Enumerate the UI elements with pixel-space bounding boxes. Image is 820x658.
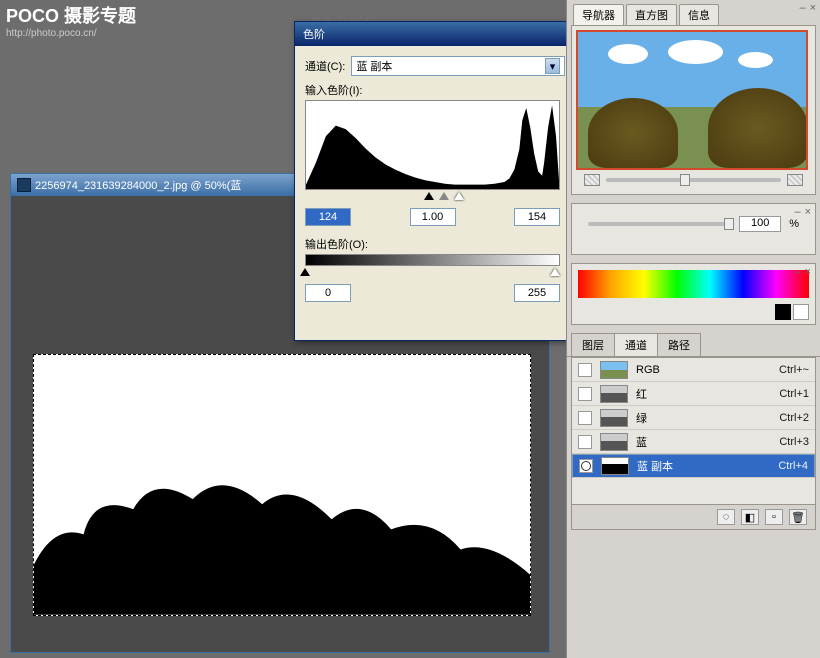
swatches-panel: –× xyxy=(571,263,816,325)
histogram[interactable] xyxy=(305,100,560,190)
close-panel-icon[interactable]: × xyxy=(805,206,811,218)
input-sliders[interactable] xyxy=(305,194,560,204)
output-sliders[interactable] xyxy=(305,270,560,280)
channel-select[interactable]: 蓝 副本 ▾ xyxy=(351,56,565,76)
channels-footer: ◌ ◧ ▫ 🗑 xyxy=(571,505,816,530)
tab-channels[interactable]: 通道 xyxy=(614,333,658,356)
input-black-field[interactable]: 124 xyxy=(305,208,351,226)
channel-name: RGB xyxy=(636,364,771,376)
channel-shortcut: Ctrl+4 xyxy=(778,460,808,472)
channel-name: 红 xyxy=(636,386,771,402)
channel-shortcut: Ctrl+1 xyxy=(779,388,809,400)
logo-line2: http://photo.poco.cn/ xyxy=(6,28,136,39)
visibility-toggle[interactable] xyxy=(579,459,593,473)
visibility-toggle[interactable] xyxy=(578,411,592,425)
visibility-toggle[interactable] xyxy=(578,387,592,401)
zoom-in-icon[interactable] xyxy=(787,174,803,186)
close-panel-icon[interactable]: × xyxy=(810,2,816,14)
black-point-slider[interactable] xyxy=(424,192,434,200)
minimize-icon[interactable]: – xyxy=(799,2,805,14)
opacity-slider[interactable] xyxy=(588,222,731,226)
channel-thumbnail xyxy=(600,385,628,403)
opacity-suffix: % xyxy=(789,218,799,230)
white-point-slider[interactable] xyxy=(454,192,464,200)
navigator-tabs: 导航器 直方图 信息 –× xyxy=(567,5,820,25)
output-levels-label: 输出色阶(O): xyxy=(305,236,565,252)
input-white-field[interactable]: 154 xyxy=(514,208,560,226)
minimize-icon[interactable]: – xyxy=(794,266,800,278)
navigator-panel xyxy=(571,25,816,195)
levels-title: 色阶 xyxy=(303,26,325,42)
navigator-thumbnail[interactable] xyxy=(576,30,808,170)
close-panel-icon[interactable]: × xyxy=(805,266,811,278)
channel-row[interactable]: 蓝 副本 Ctrl+4 xyxy=(572,454,815,478)
minimize-icon[interactable]: – xyxy=(794,206,800,218)
output-black-field[interactable]: 0 xyxy=(305,284,351,302)
channels-panel-group: 图层 通道 路径 RGBCtrl+~红Ctrl+1绿Ctrl+2蓝Ctrl+3蓝… xyxy=(567,333,820,530)
chevron-down-icon[interactable]: ▾ xyxy=(545,58,560,74)
swatch-black[interactable] xyxy=(775,304,791,320)
tab-info[interactable]: 信息 xyxy=(679,4,719,25)
poco-logo: POCO 摄影专题 http://photo.poco.cn/ xyxy=(6,2,136,39)
tab-histogram[interactable]: 直方图 xyxy=(626,4,677,25)
save-selection-icon[interactable]: ◧ xyxy=(741,509,759,525)
visibility-toggle[interactable] xyxy=(578,435,592,449)
tree-silhouette xyxy=(34,464,530,615)
navigator-zoom-row xyxy=(576,170,811,190)
zoom-out-icon[interactable] xyxy=(584,174,600,186)
midtone-slider[interactable] xyxy=(439,192,449,200)
channel-thumbnail xyxy=(600,361,628,379)
channel-name: 蓝 xyxy=(636,434,771,450)
channel-row[interactable]: 蓝 Ctrl+3 xyxy=(572,430,815,454)
channel-label: 通道(C): xyxy=(305,58,345,74)
channel-name: 蓝 副本 xyxy=(637,458,770,474)
channel-shortcut: Ctrl+3 xyxy=(779,436,809,448)
visibility-toggle[interactable] xyxy=(578,363,592,377)
out-white-slider[interactable] xyxy=(550,268,560,276)
input-levels-label: 输入色阶(I): xyxy=(305,82,565,98)
right-panel-stack: 导航器 直方图 信息 –× –× 100 % –× xyxy=(566,0,820,658)
new-channel-icon[interactable]: ▫ xyxy=(765,509,783,525)
channel-shortcut: Ctrl+2 xyxy=(779,412,809,424)
channel-shortcut: Ctrl+~ xyxy=(779,364,809,376)
opacity-panel: –× 100 % xyxy=(571,203,816,255)
channel-row[interactable]: 绿 Ctrl+2 xyxy=(572,406,815,430)
delete-channel-icon[interactable]: 🗑 xyxy=(789,509,807,525)
tab-paths[interactable]: 路径 xyxy=(657,333,701,356)
channel-thumbnail xyxy=(601,457,629,475)
canvas[interactable] xyxy=(33,354,531,616)
channel-thumbnail xyxy=(600,409,628,427)
document-title: 2256974_231639284000_2.jpg @ 50%(蓝 xyxy=(35,177,241,193)
input-gamma-field[interactable]: 1.00 xyxy=(410,208,456,226)
channel-row[interactable]: 红 Ctrl+1 xyxy=(572,382,815,406)
channel-name: 绿 xyxy=(636,410,771,426)
output-white-field[interactable]: 255 xyxy=(514,284,560,302)
output-gradient[interactable] xyxy=(305,254,560,266)
ps-file-icon xyxy=(17,178,31,192)
opacity-field[interactable]: 100 xyxy=(739,216,781,232)
load-selection-icon[interactable]: ◌ xyxy=(717,509,735,525)
logo-line1: POCO 摄影专题 xyxy=(6,2,136,28)
channel-row[interactable]: RGB Ctrl+~ xyxy=(572,358,815,382)
swatch-white[interactable] xyxy=(793,304,809,320)
zoom-slider[interactable] xyxy=(606,178,781,182)
tab-navigator[interactable]: 导航器 xyxy=(573,4,624,25)
out-black-slider[interactable] xyxy=(300,268,310,276)
tab-layers[interactable]: 图层 xyxy=(571,333,615,356)
channel-thumbnail xyxy=(600,433,628,451)
color-spectrum[interactable] xyxy=(578,270,809,298)
channel-value: 蓝 副本 xyxy=(356,58,392,74)
channels-list: RGB Ctrl+~ 红 Ctrl+1 绿 Ctrl+2 蓝 Ctrl+3 蓝 副本 Ctrl+4 xyxy=(571,357,816,505)
